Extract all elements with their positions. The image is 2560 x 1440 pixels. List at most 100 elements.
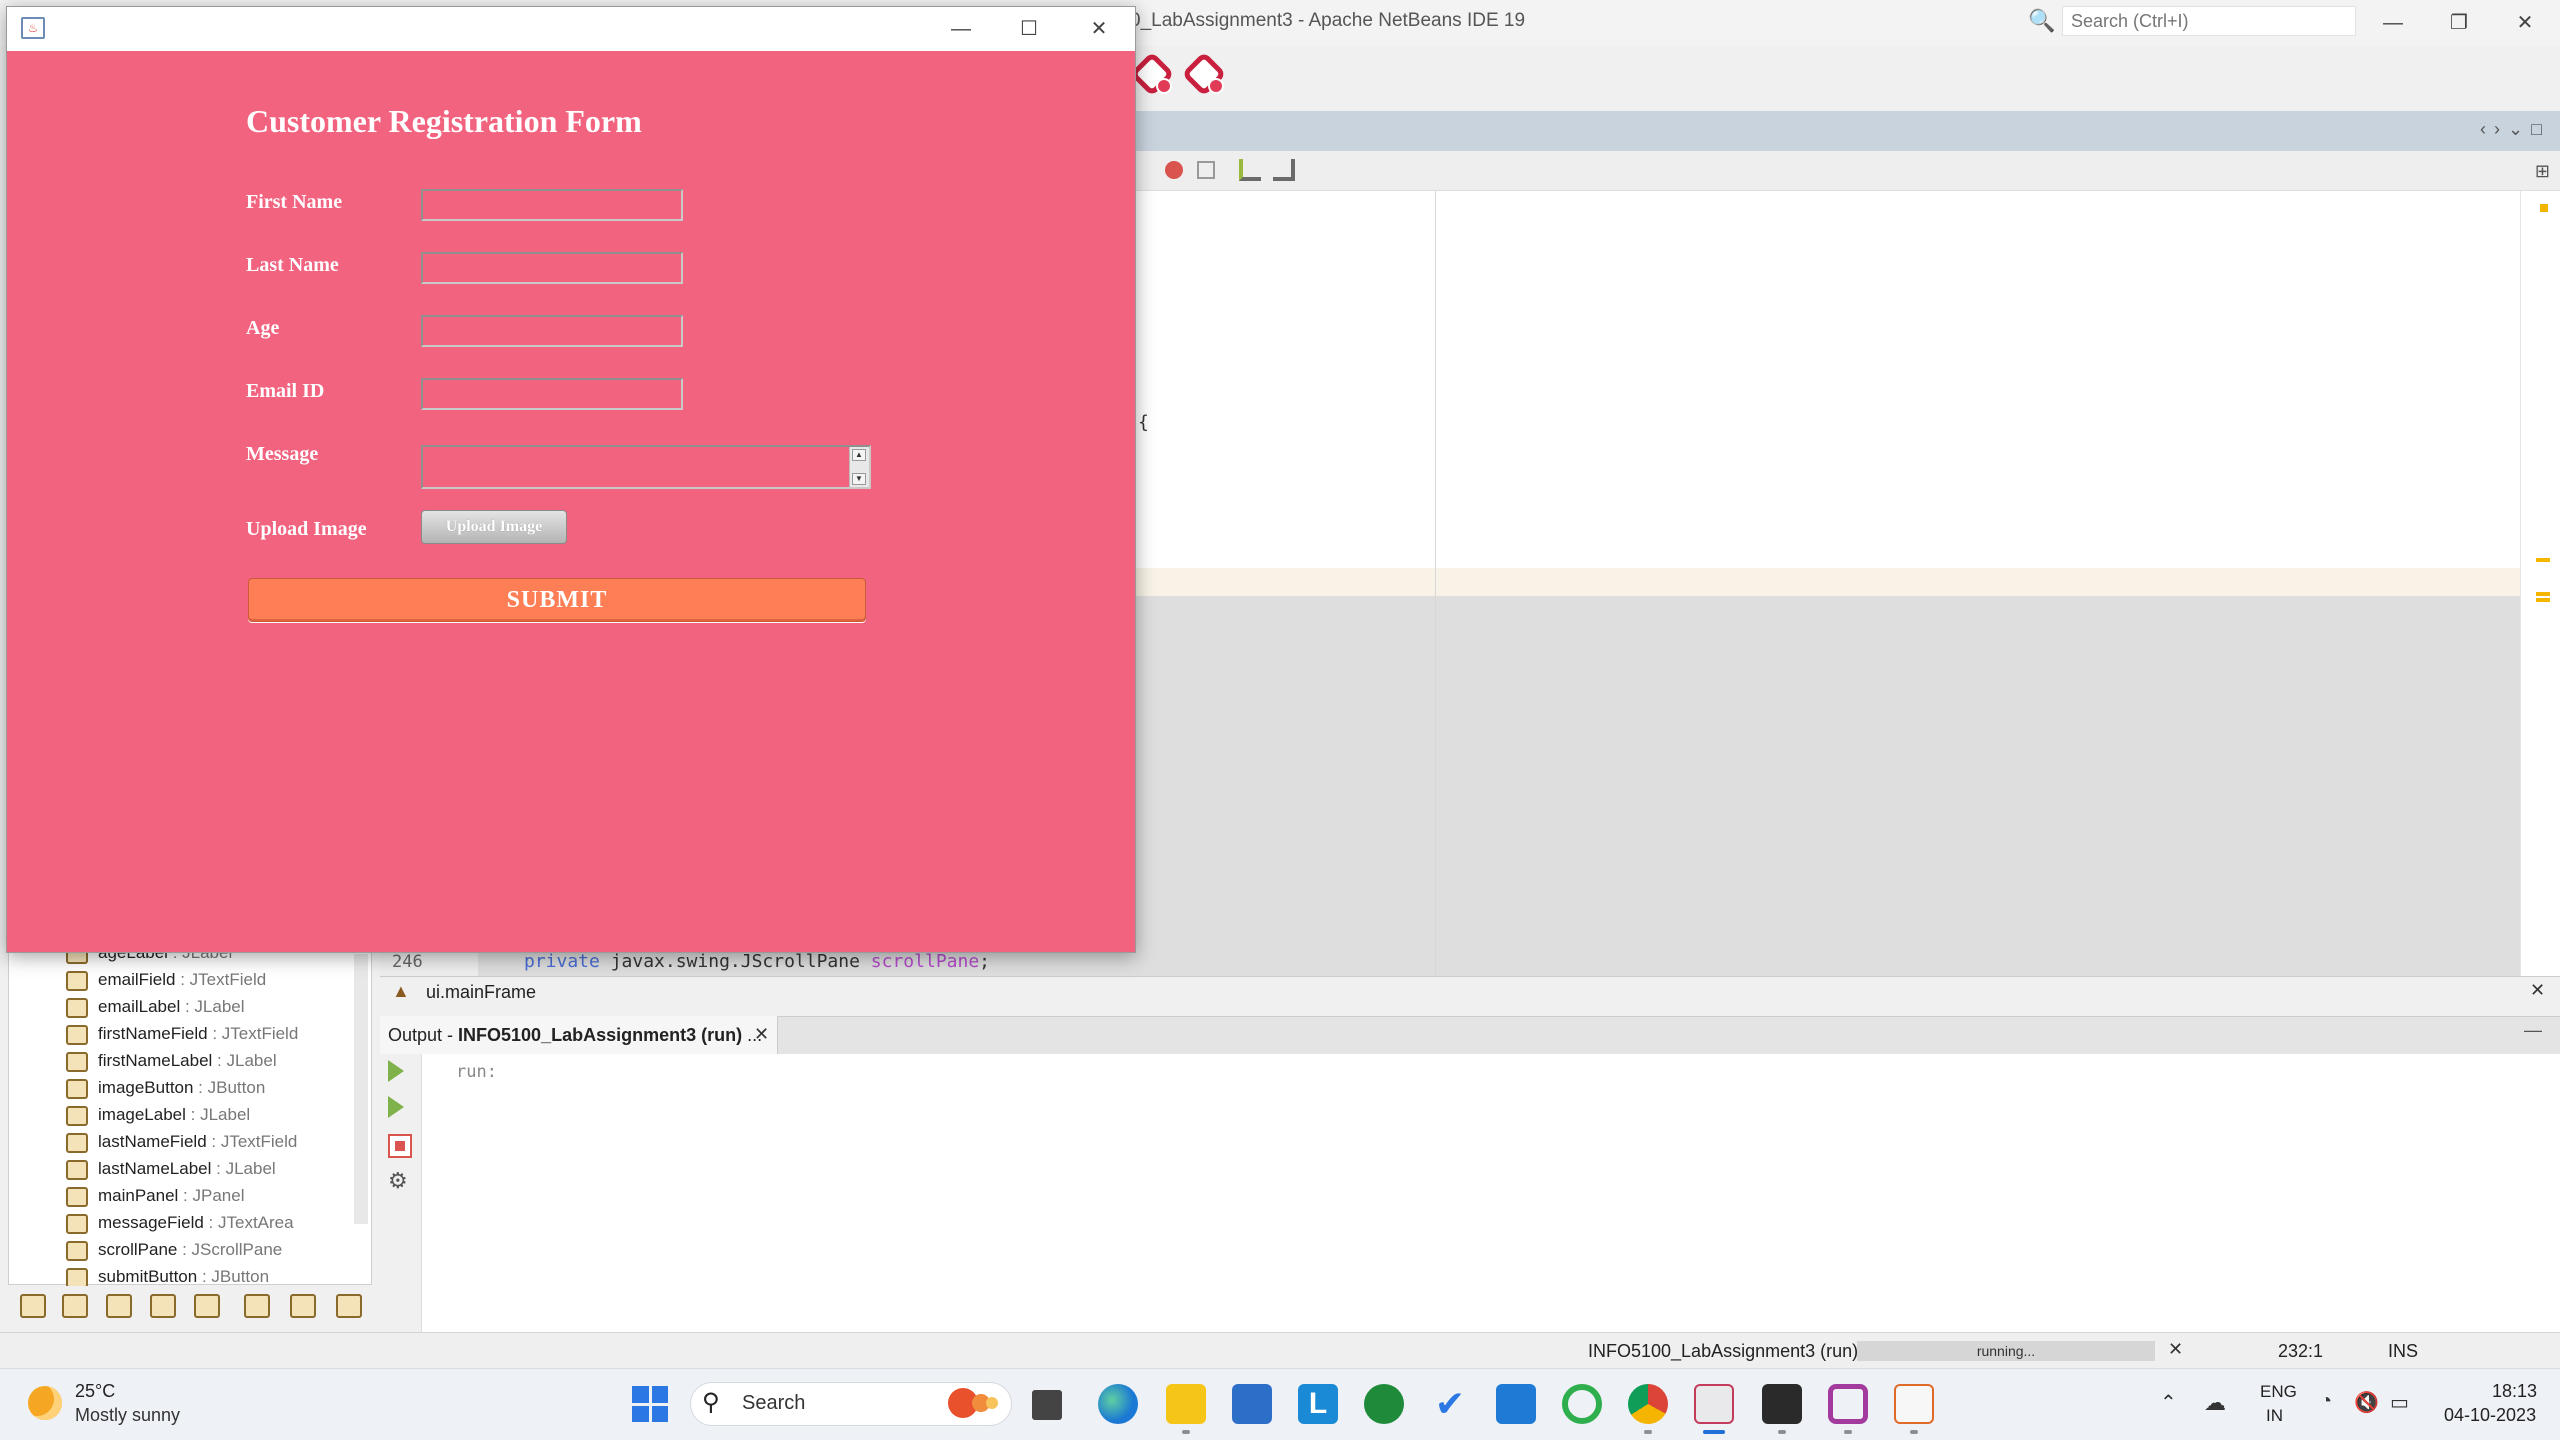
scroll-down-icon[interactable]: ▼ (852, 473, 866, 485)
terminal-icon[interactable] (1762, 1384, 1802, 1424)
scroll-up-icon[interactable]: ▲ (852, 449, 866, 461)
panel-tool-icon[interactable] (62, 1294, 88, 1318)
stop-icon[interactable] (388, 1134, 412, 1158)
start-button[interactable] (632, 1386, 668, 1422)
battery-icon[interactable]: ▭ (2390, 1390, 2409, 1415)
message-scrollbar[interactable]: ▲ ▼ (849, 447, 869, 487)
navigator-item[interactable]: mainPanel : JPanel (66, 1186, 244, 1213)
vscode-icon[interactable] (1496, 1384, 1536, 1424)
navigator-item[interactable]: emailField : JTextField (66, 970, 266, 997)
right-margin-line (1435, 191, 1436, 976)
close-icon[interactable]: ✕ (2530, 980, 2545, 1001)
active-indicator (1703, 1430, 1725, 1434)
maximize-icon[interactable]: ☐ (1003, 13, 1055, 45)
wifi-icon[interactable]: ◔ (2320, 1390, 2332, 1413)
xbox-icon[interactable] (1364, 1384, 1404, 1424)
minimize-panel-icon[interactable]: — (2524, 1020, 2542, 1041)
close-icon[interactable]: ✕ (2502, 6, 2548, 40)
code-line[interactable]: private javax.swing.JScrollPane scrollPa… (524, 951, 990, 972)
running-indicator (1778, 1430, 1786, 1434)
uncomment-icon[interactable] (1273, 159, 1295, 181)
settings-icon[interactable]: ⚙ (388, 1168, 412, 1193)
warning-mark[interactable] (2536, 558, 2550, 562)
volume-mute-icon[interactable]: 🔇 (2354, 1390, 2379, 1415)
navigator-item[interactable]: emailLabel : JLabel (66, 997, 245, 1024)
split-editor-icon[interactable]: ⊞ (2535, 161, 2550, 182)
age-field[interactable] (421, 315, 683, 347)
warning-mark[interactable] (2536, 598, 2550, 602)
bean-props-icon[interactable] (244, 1294, 270, 1318)
label-tool-icon[interactable] (106, 1294, 132, 1318)
navigator-item[interactable]: scrollPane : JScrollPane (66, 1240, 282, 1267)
region-indicator[interactable]: IN (2266, 1406, 2283, 1426)
app-l-icon[interactable]: L (1298, 1384, 1338, 1424)
cancel-task-icon[interactable]: ✕ (2168, 1339, 2183, 1360)
form-tool-icon[interactable] (20, 1294, 46, 1318)
language-indicator[interactable]: ENG (2260, 1382, 2297, 1402)
search-icon[interactable]: 🔍 (2028, 8, 2055, 34)
close-icon[interactable]: ✕ (754, 1024, 769, 1045)
registration-title-bar[interactable]: ♨ — ☐ ✕ (7, 7, 1135, 51)
bean-tool-icon[interactable] (194, 1294, 220, 1318)
first-name-field[interactable] (421, 189, 683, 221)
rerun-with-params-icon[interactable] (388, 1096, 412, 1120)
navigator-item-name: submitButton (98, 1267, 198, 1286)
last-name-field[interactable] (421, 252, 683, 284)
tab-navigation-icon[interactable]: ‹›⌄□ (2480, 119, 2550, 140)
minimize-icon[interactable]: — (2370, 6, 2416, 40)
rerun-icon[interactable] (388, 1060, 412, 1084)
clock-time[interactable]: 18:13 (2492, 1381, 2537, 1402)
stop-macro-icon[interactable] (1197, 161, 1215, 179)
navigator-item[interactable]: lastNameLabel : JLabel (66, 1159, 276, 1186)
snipping-tool-icon[interactable] (1694, 1384, 1734, 1424)
store-icon[interactable] (1232, 1384, 1272, 1424)
message-field[interactable] (423, 447, 849, 487)
navigator-item[interactable]: firstNameLabel : JLabel (66, 1051, 277, 1078)
navigator-scrollbar[interactable] (354, 954, 368, 1224)
weather-temp[interactable]: 25°C (75, 1381, 115, 1402)
line-number: 246 (392, 952, 423, 972)
java-icon[interactable] (1894, 1384, 1934, 1424)
navigator-item-name: lastNameLabel (98, 1159, 212, 1178)
weather-desc[interactable]: Mostly sunny (75, 1405, 180, 1426)
error-stripe[interactable] (2520, 191, 2560, 976)
edge-icon[interactable] (1098, 1384, 1138, 1424)
move-up-icon[interactable] (290, 1294, 316, 1318)
navigator-item[interactable]: imageLabel : JLabel (66, 1105, 250, 1132)
navigator-item[interactable]: firstNameField : JTextField (66, 1024, 298, 1051)
sync-app-icon[interactable] (1562, 1384, 1602, 1424)
code-type: javax.swing.JScrollPane (599, 951, 871, 972)
code-keyword: private (524, 951, 600, 972)
todo-check-icon[interactable]: ✔ (1430, 1384, 1470, 1424)
restore-icon[interactable]: ❐ (2436, 6, 2482, 40)
clock-date[interactable]: 04-10-2023 (2444, 1405, 2536, 1426)
file-explorer-icon[interactable] (1166, 1384, 1206, 1424)
record-macro-icon[interactable] (1165, 161, 1183, 179)
profile-memory-icon[interactable] (1181, 51, 1227, 97)
weather-sun-icon[interactable] (28, 1386, 62, 1420)
profile-project-icon[interactable] (1129, 51, 1175, 97)
breadcrumb-item[interactable]: ui.mainFrame (426, 982, 536, 1003)
move-down-icon[interactable] (336, 1294, 362, 1318)
navigator-item[interactable]: lastNameField : JTextField (66, 1132, 297, 1159)
close-icon[interactable]: ✕ (1073, 13, 1125, 45)
task-view-icon[interactable] (1032, 1390, 1062, 1420)
navigator-item[interactable]: messageField : JTextArea (66, 1213, 294, 1240)
lock-tool-icon[interactable] (150, 1294, 176, 1318)
chevron-up-icon[interactable]: ⌃ (2160, 1390, 2177, 1415)
netbeans-icon[interactable] (1828, 1384, 1868, 1424)
email-field[interactable] (421, 378, 683, 410)
chrome-icon[interactable] (1628, 1384, 1668, 1424)
output-console[interactable] (422, 1054, 2560, 1332)
warning-mark[interactable] (2536, 592, 2550, 596)
ide-search-input[interactable] (2062, 6, 2356, 36)
status-mark-icon (2540, 204, 2548, 212)
comment-icon[interactable] (1239, 159, 1261, 181)
onedrive-cloud-icon[interactable]: ☁ (2204, 1390, 2226, 1416)
minimize-icon[interactable]: — (935, 13, 987, 45)
output-tab[interactable]: Output - INFO5100_LabAssignment3 (run) .… (380, 1016, 778, 1054)
submit-button[interactable]: SUBMIT (248, 578, 866, 622)
upload-image-button[interactable]: Upload Image (421, 510, 567, 544)
progress-bar[interactable]: running... (1857, 1341, 2155, 1361)
navigator-item[interactable]: imageButton : JButton (66, 1078, 265, 1105)
